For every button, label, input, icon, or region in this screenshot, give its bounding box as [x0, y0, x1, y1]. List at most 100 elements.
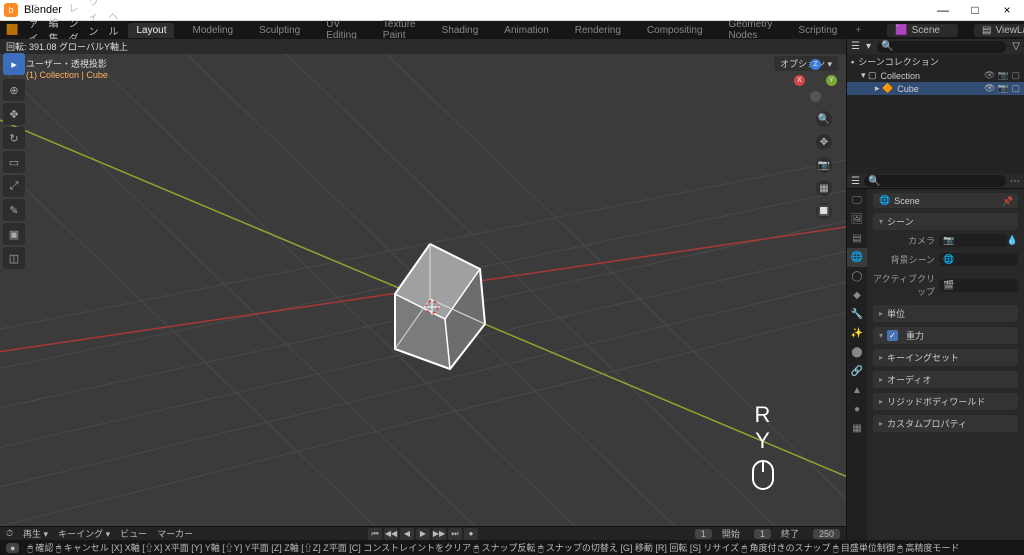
workspace-tab-rendering[interactable]: Rendering: [567, 23, 629, 38]
mouse-icon: [752, 460, 774, 490]
cube-label: Cube: [897, 84, 919, 94]
tab-output[interactable]: 🖼: [847, 210, 867, 229]
tab-modifiers[interactable]: 🔧: [847, 305, 867, 324]
axis-ball-z[interactable]: Z: [810, 59, 821, 70]
perspective-icon[interactable]: ▦: [816, 180, 832, 196]
window-minimize-button[interactable]: —: [936, 3, 950, 17]
outliner-filter-icon[interactable]: ▾: [866, 41, 871, 52]
workspace-tab-layout[interactable]: Layout: [128, 23, 174, 38]
tab-scene[interactable]: 🌐: [847, 248, 867, 267]
bgscene-field[interactable]: 🌐: [939, 253, 1018, 266]
properties-search-input[interactable]: 🔍: [864, 175, 1006, 187]
window-maximize-button[interactable]: □: [968, 3, 982, 17]
tab-mesh[interactable]: ▲: [847, 381, 867, 400]
panel-keying[interactable]: キーイングセット: [873, 349, 1018, 366]
workspace-tab-shading[interactable]: Shading: [434, 23, 487, 38]
collection-toggles[interactable]: 👁 📷 ▢: [984, 70, 1020, 81]
workspace-tab-modeling[interactable]: Modeling: [184, 23, 241, 38]
tool-move[interactable]: ✥: [3, 103, 25, 125]
workspace-tab-sculpting[interactable]: Sculpting: [251, 23, 308, 38]
workspace-add-button[interactable]: +: [855, 25, 861, 36]
tool-measure[interactable]: ▣: [3, 223, 25, 245]
window-close-button[interactable]: ×: [1000, 3, 1014, 17]
mode-selector[interactable]: ▸: [3, 53, 25, 75]
keyframe-next-button[interactable]: ▶▶: [432, 528, 446, 540]
jump-start-button[interactable]: ⏮: [368, 528, 382, 540]
camera-label: カメラ: [873, 234, 935, 247]
tab-object[interactable]: ◆: [847, 286, 867, 305]
camera-icon[interactable]: 📷: [816, 157, 832, 173]
tab-particles[interactable]: ✨: [847, 324, 867, 343]
current-frame-field[interactable]: 1: [695, 529, 712, 539]
gravity-checkbox[interactable]: ✓: [887, 330, 898, 341]
tool-addcube[interactable]: ◫: [3, 247, 25, 269]
workspace-tab-animation[interactable]: Animation: [496, 23, 556, 38]
pan-icon[interactable]: ✥: [816, 134, 832, 150]
start-frame-field[interactable]: 1: [754, 529, 771, 539]
shading-icon[interactable]: 🔲: [816, 203, 832, 219]
panel-rigidbody[interactable]: リジッドボディワールド: [873, 393, 1018, 410]
panel-keying-label: キーイングセット: [887, 351, 959, 364]
camera-eyedrop-icon[interactable]: 💧: [1007, 235, 1018, 246]
blender-logo-icon: b: [4, 3, 18, 17]
status-record-icon: ●: [6, 543, 19, 553]
viewport-3d[interactable]: 回転: 391.08 グローバルY軸上 ▸ ユーザー・透視投影 (1) Coll…: [0, 39, 846, 540]
workspace-tab-scripting[interactable]: Scripting: [790, 23, 845, 38]
outliner-collection[interactable]: ▾ ▢ Collection👁 📷 ▢: [847, 69, 1024, 82]
tool-cursor[interactable]: ⊕: [3, 79, 25, 101]
keyframe-prev-button[interactable]: ◀◀: [384, 528, 398, 540]
panel-gravity[interactable]: ✓重力: [873, 327, 1018, 344]
viewlayer-selector[interactable]: ▤ ViewLayer: [974, 24, 1024, 37]
outliner-mode-icon[interactable]: ☰: [851, 41, 860, 52]
tab-material[interactable]: ●: [847, 400, 867, 419]
overlay-object-path: (1) Collection | Cube: [26, 70, 108, 80]
camera-field[interactable]: 📷: [939, 234, 1007, 247]
outliner: ☰ ▾ 🔍 ▽ ▪ シーンコレクション ▾ ▢ Collection👁 📷 ▢ …: [847, 39, 1024, 189]
activeclip-field[interactable]: 🎬: [939, 279, 1018, 292]
scene-datablock[interactable]: 🌐 Scene📌: [873, 193, 1018, 208]
panel-customprops[interactable]: カスタムプロパティ: [873, 415, 1018, 432]
end-frame-field[interactable]: 250: [813, 529, 840, 539]
workspace-tab-compositing[interactable]: Compositing: [639, 23, 711, 38]
outliner-item-cube[interactable]: ▸ 🔶 Cube👁 📷 ▢: [847, 82, 1024, 95]
pin-icon[interactable]: 📌: [1002, 196, 1012, 206]
navigation-gizmo[interactable]: Z Y X: [794, 61, 836, 103]
tool-scale[interactable]: ▭: [3, 151, 25, 173]
zoom-icon[interactable]: 🔍: [816, 111, 832, 127]
tool-transform[interactable]: ⤢: [3, 175, 25, 197]
timeline-view-menu[interactable]: ビュー: [120, 527, 147, 540]
timeline-marker-menu[interactable]: マーカー: [157, 527, 193, 540]
properties-editor: 🖵 🖼 ▤ 🌐 ◯ ◆ 🔧 ✨ ⬤ 🔗 ▲ ● ▦ 🌐 Scene📌 シーン カ…: [847, 189, 1024, 540]
timeline-play-menu[interactable]: 再生 ▾: [23, 527, 48, 540]
axis-ball-neg[interactable]: [810, 91, 821, 102]
tab-constraints[interactable]: 🔗: [847, 362, 867, 381]
axis-ball-y[interactable]: Y: [826, 75, 837, 86]
play-rev-button[interactable]: ◀: [400, 528, 414, 540]
panel-scene[interactable]: シーン: [873, 213, 1018, 230]
axis-ball-x[interactable]: X: [794, 75, 805, 86]
viewport-canvas: [0, 39, 846, 540]
viewport-nav-icons: 🔍 ✥ 📷 ▦ 🔲: [816, 111, 832, 219]
tool-annotate[interactable]: ✎: [3, 199, 25, 221]
tab-render[interactable]: 🖵: [847, 191, 867, 210]
properties-options-icon[interactable]: ⋯: [1010, 176, 1020, 187]
tab-viewlayer[interactable]: ▤: [847, 229, 867, 248]
outliner-funnel-icon[interactable]: ▽: [1012, 41, 1020, 52]
tab-physics[interactable]: ⬤: [847, 343, 867, 362]
scene-selector[interactable]: 🟪 Scene: [887, 24, 958, 37]
tab-world[interactable]: ◯: [847, 267, 867, 286]
jump-end-button[interactable]: ⏭: [448, 528, 462, 540]
blender-icon[interactable]: 🟧: [6, 25, 18, 36]
cube-toggles[interactable]: 👁 📷 ▢: [984, 83, 1020, 94]
scene-collection-label: シーンコレクション: [858, 55, 939, 68]
outliner-search-input[interactable]: 🔍: [877, 41, 1006, 53]
timeline-keying-menu[interactable]: キーイング ▾: [58, 527, 110, 540]
record-button[interactable]: ●: [464, 528, 478, 540]
panel-units[interactable]: 単位: [873, 305, 1018, 322]
tab-texture[interactable]: ▦: [847, 419, 867, 438]
properties-mode-icon[interactable]: ☰: [851, 176, 860, 187]
play-button[interactable]: ▶: [416, 528, 430, 540]
panel-audio[interactable]: オーディオ: [873, 371, 1018, 388]
outliner-scene-collection[interactable]: ▪ シーンコレクション: [847, 54, 1024, 69]
tool-rotate[interactable]: ↻: [3, 127, 25, 149]
